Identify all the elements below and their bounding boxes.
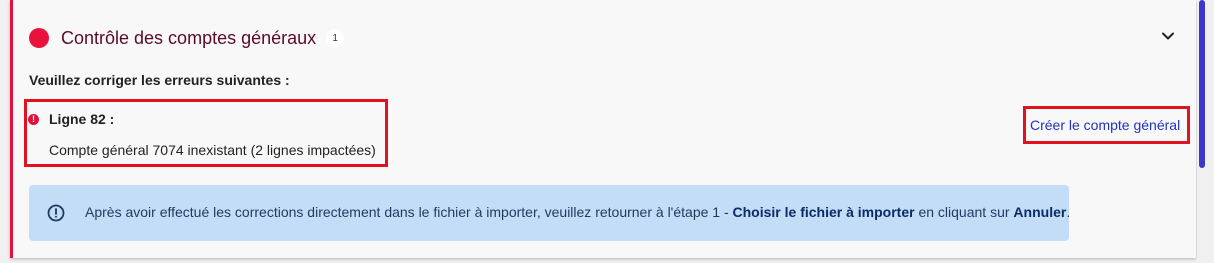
- section-header[interactable]: Contrôle des comptes généraux 1: [29, 24, 345, 52]
- info-text-before: Après avoir effectué les corrections dir…: [85, 204, 733, 220]
- info-text-end: .: [1066, 204, 1071, 220]
- error-icon: !: [28, 114, 39, 125]
- count-badge: 1: [326, 29, 345, 47]
- info-text-middle: en cliquant sur: [914, 204, 1014, 220]
- info-step-name: Choisir le fichier à importer: [732, 204, 915, 220]
- info-banner: Après avoir effectué les corrections dir…: [29, 185, 1070, 241]
- scrollbar-thumb[interactable]: [1199, 0, 1205, 168]
- status-dot-icon: [29, 28, 49, 48]
- section-title: Contrôle des comptes généraux: [61, 27, 317, 48]
- error-message: Compte général 7074 inexistant (2 lignes…: [49, 142, 376, 158]
- section-panel: Contrôle des comptes généraux 1 Veuillez…: [10, 0, 1196, 258]
- info-text: Après avoir effectué les corrections dir…: [85, 204, 1070, 220]
- info-cancel-name: Annuler: [1013, 204, 1067, 220]
- info-icon: [47, 204, 65, 222]
- chevron-down-icon[interactable]: [1160, 28, 1176, 44]
- error-line-label: Ligne 82 :: [49, 111, 115, 127]
- create-account-link[interactable]: Créer le compte général: [1030, 117, 1180, 133]
- intro-text: Veuillez corriger les erreurs suivantes …: [29, 72, 290, 88]
